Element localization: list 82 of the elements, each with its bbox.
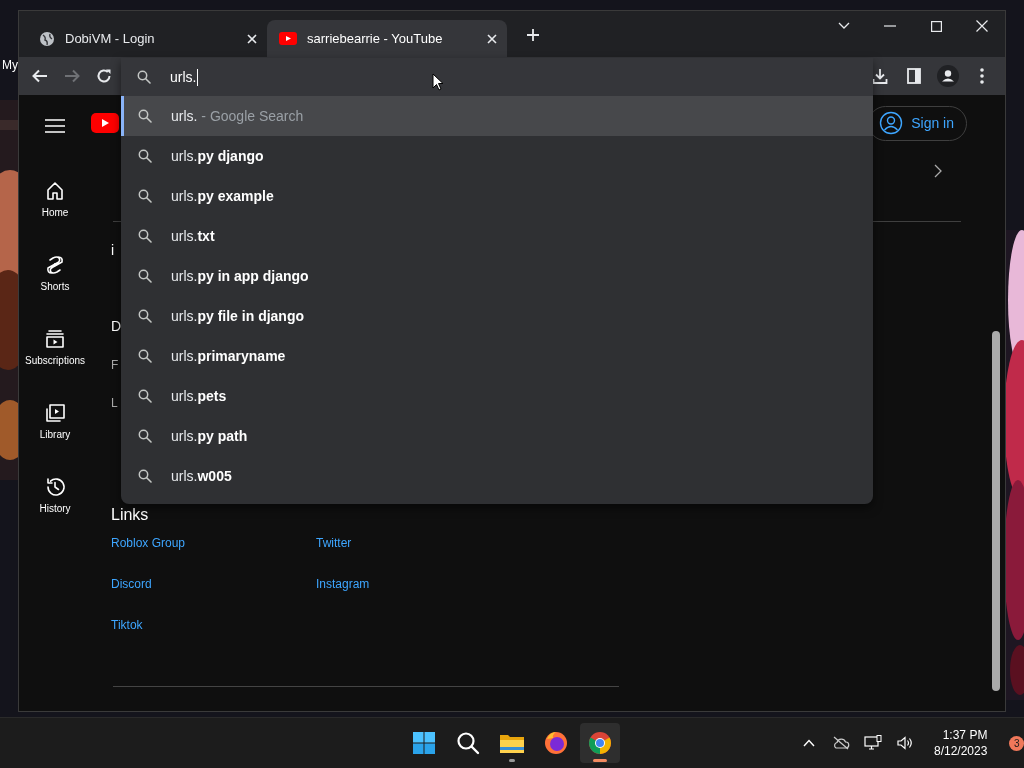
search-icon [137,70,151,84]
taskbar-app-button[interactable] [580,723,620,763]
minimize-icon [884,25,896,27]
clock-time: 1:37 PM [942,727,988,743]
close-icon [247,33,257,44]
search-icon [138,429,152,443]
profile-icon [937,65,959,87]
address-field[interactable]: urls. [170,65,199,89]
suggestion-item[interactable]: urls.pets [121,376,873,416]
sidebar-item[interactable]: Shorts [20,254,90,328]
library-icon [44,402,66,424]
person-icon [879,111,904,135]
page-text: i [111,242,115,258]
reload-icon [96,68,112,84]
link[interactable]: Twitter [316,536,370,550]
sidebar-item[interactable]: History [20,476,90,550]
subscriptions-icon [44,328,66,350]
folder-icon [499,732,525,754]
page-text: L [111,396,118,410]
active-indicator [593,759,607,762]
search-icon [138,269,152,283]
link[interactable]: Instagram [316,577,370,591]
download-icon [872,68,888,84]
chevron-up-icon [803,739,815,747]
mouse-pointer-icon [432,73,444,91]
suggestion-item[interactable]: urls.py example [121,176,873,216]
close-icon [487,33,497,44]
menu-icon [45,119,65,133]
more-vertical-icon [980,68,984,84]
profile-button[interactable] [935,63,961,89]
next-button[interactable] [934,164,942,178]
side-panel-icon [907,68,921,84]
search-icon [138,149,152,163]
history-icon [44,476,66,498]
volume-icon [897,736,913,750]
shorts-icon [44,254,66,276]
play-logo-icon [91,113,119,133]
chevron-down-icon [838,22,850,30]
link[interactable]: Roblox Group [111,536,316,550]
search-icon [138,309,152,323]
suggestion-item[interactable]: urls. - Google Search [121,96,873,136]
scrollbar-thumb[interactable] [992,331,1000,691]
page-text: D [111,318,122,334]
arrow-left-icon [32,69,48,83]
search-icon [138,109,152,123]
link[interactable]: Tiktok [111,618,316,632]
page-text: F [111,358,119,372]
suggestion-item[interactable]: urls.py in app django [121,256,873,296]
windows-logo-icon [412,731,436,755]
cloud-off-icon [832,736,850,750]
plus-icon [526,28,540,42]
clock-date: 8/12/2023 [934,743,988,759]
arrow-right-icon [64,69,80,83]
browser-icon [588,731,612,755]
suggestion-item[interactable]: urls.primaryname [121,336,873,376]
suggestion-item[interactable]: urls.py path [121,416,873,456]
browser-tab[interactable]: sarriebearrie - YouTube [267,20,507,57]
suggestion-item[interactable]: urls.w005 [121,456,873,496]
link[interactable]: Discord [111,577,316,591]
globe-icon [39,30,55,47]
chevron-right-icon [934,164,942,178]
desktop-icon-label: My [2,58,18,72]
sidebar-item[interactable]: Library [20,402,90,476]
sidebar-item[interactable]: Subscriptions [20,328,90,402]
section-heading: Links [111,506,149,524]
search-icon [138,469,152,483]
browser-icon [544,731,568,755]
search-icon [456,731,480,755]
notification-badge[interactable]: 3 [1009,735,1024,751]
maximize-icon [930,20,942,32]
network-icon [864,735,882,751]
close-icon [976,20,988,32]
home-icon [44,180,66,202]
search-icon [138,389,152,403]
search-icon [138,189,152,203]
suggestion-item[interactable]: urls.py file in django [121,296,873,336]
suggestion-item[interactable]: urls.txt [121,216,873,256]
browser-tab[interactable]: DobiVM - Login [27,20,267,57]
search-icon [138,229,152,243]
sidebar-item[interactable]: Home [20,180,90,254]
video-logo-icon [279,32,297,45]
search-icon [138,349,152,363]
